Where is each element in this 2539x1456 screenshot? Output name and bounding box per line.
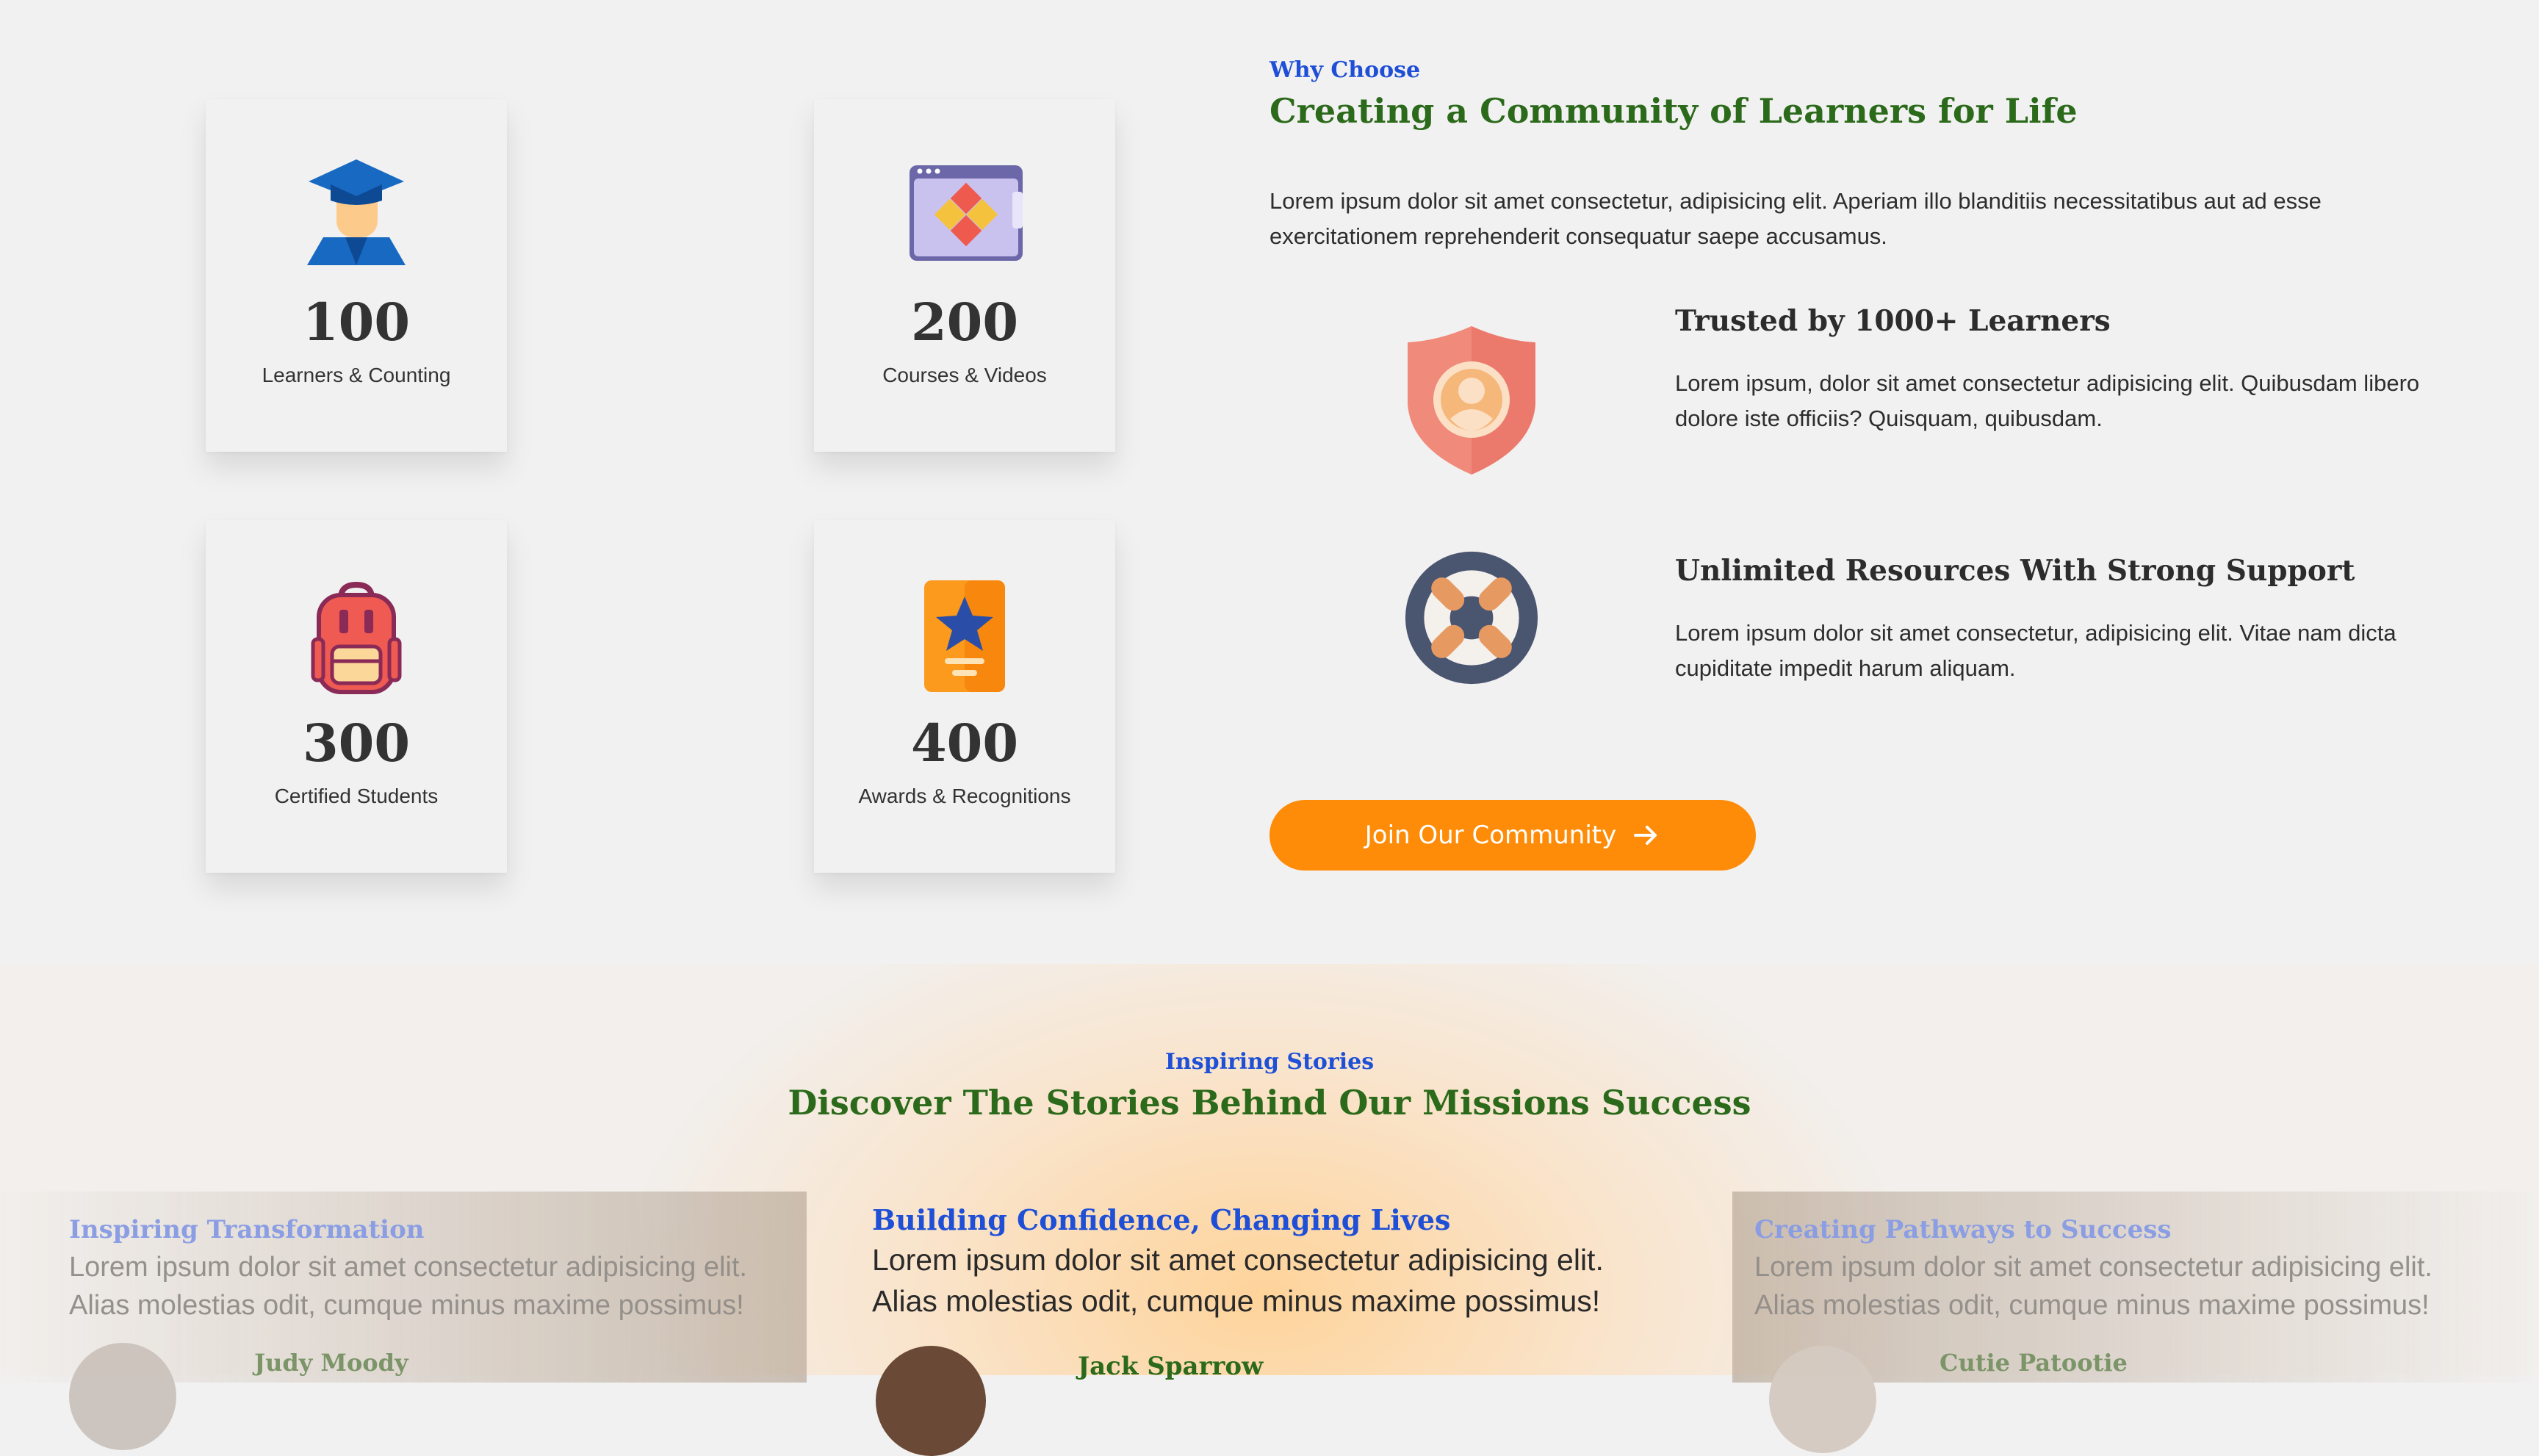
award-badge-icon: [924, 580, 1005, 692]
feature-title: Unlimited Resources With Strong Support: [1675, 554, 2355, 588]
lifebuoy-icon: [1405, 551, 1538, 685]
shield-user-icon: [1408, 326, 1535, 475]
story-text: Alias molestias odit, cumque minus maxim…: [1754, 1290, 2430, 1321]
stat-label: Courses & Videos: [882, 364, 1047, 386]
button-label: Join Our Community: [1364, 821, 1617, 850]
story-author: Judy Moody: [254, 1349, 408, 1377]
backpack-icon: [311, 581, 402, 694]
story-title: Creating Pathways to Success: [1754, 1215, 2172, 1244]
story-author: Jack Sparrow: [1078, 1352, 1264, 1381]
story-author: Cutie Patootie: [1940, 1349, 2128, 1377]
graduate-icon: [307, 159, 406, 265]
story-title: Inspiring Transformation: [69, 1215, 425, 1244]
calculator-window-icon: [910, 165, 1023, 261]
avatar: [69, 1343, 176, 1450]
stories-heading: Discover The Stories Behind Our Missions…: [788, 1083, 1751, 1122]
feature-text: Lorem ipsum dolor sit amet consectetur, …: [1675, 620, 2396, 681]
story-text: Lorem ipsum dolor sit amet consectetur a…: [69, 1252, 747, 1283]
stat-card-learners: 100 Learners & Counting: [206, 99, 507, 452]
story-text: Lorem ipsum dolor sit amet consectetur a…: [1754, 1252, 2432, 1283]
section-heading: Creating a Community of Learners for Lif…: [1270, 91, 2078, 131]
join-community-button[interactable]: Join Our Community: [1270, 800, 1756, 871]
stat-label: Learners & Counting: [262, 364, 451, 386]
story-text: Lorem ipsum dolor sit amet consectetur a…: [872, 1243, 1604, 1277]
feature-text: Lorem ipsum, dolor sit amet consectetur …: [1675, 370, 2420, 431]
avatar: [1769, 1346, 1876, 1453]
section-intro: Lorem ipsum dolor sit amet consectetur, …: [1270, 188, 2322, 249]
feature-title: Trusted by 1000+ Learners: [1675, 304, 2111, 338]
story-title: Building Confidence, Changing Lives: [872, 1203, 1451, 1236]
stat-label: Awards & Recognitions: [858, 785, 1071, 807]
avatar: [876, 1346, 986, 1456]
stat-card-courses: 200 Courses & Videos: [814, 99, 1115, 452]
story-text: Alias molestias odit, cumque minus maxim…: [69, 1290, 744, 1321]
stat-number: 300: [302, 713, 411, 774]
stat-number: 200: [910, 292, 1019, 353]
stat-card-students: 300 Certified Students: [206, 520, 507, 873]
stat-label: Certified Students: [274, 785, 439, 807]
story-text: Alias molestias odit, cumque minus maxim…: [872, 1284, 1601, 1318]
story-card[interactable]: Inspiring Transformation Lorem ipsum dol…: [0, 1192, 807, 1450]
section-eyebrow: Why Choose: [1270, 57, 1421, 83]
stat-card-awards: 400 Awards & Recognitions: [814, 520, 1115, 873]
story-card[interactable]: Creating Pathways to Success Lorem ipsum…: [1732, 1192, 2539, 1453]
stat-number: 400: [910, 713, 1019, 774]
stat-number: 100: [302, 292, 411, 353]
arrow-right-icon: [1634, 826, 1657, 845]
stories-eyebrow: Inspiring Stories: [1164, 1049, 1375, 1075]
story-card[interactable]: Building Confidence, Changing Lives Lore…: [846, 1192, 1699, 1456]
